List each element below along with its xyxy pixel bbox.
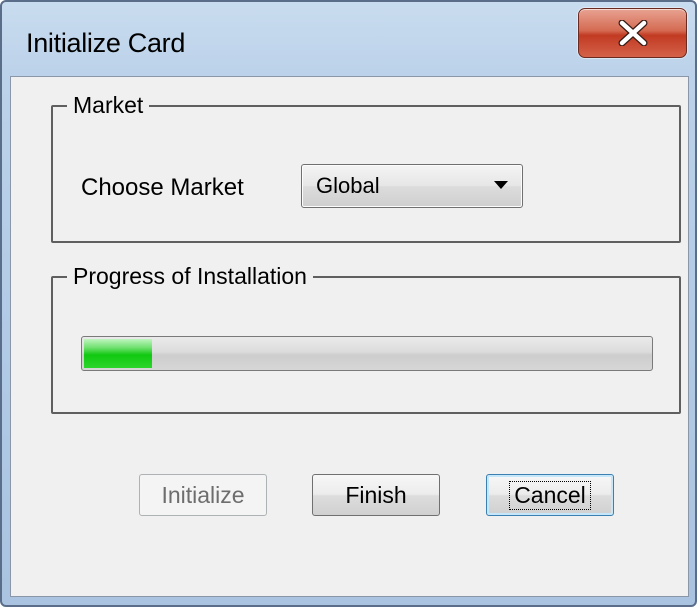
cancel-button-label: Cancel (509, 480, 591, 510)
market-groupbox: Market Choose Market Global (51, 90, 681, 243)
market-select-value: Global (316, 173, 380, 198)
progress-bar-fill (84, 339, 152, 368)
initialize-button[interactable]: Initialize (139, 474, 267, 516)
dialog-client-area: Market Choose Market Global Progress of … (10, 76, 689, 597)
market-group-legend: Market (67, 90, 150, 120)
title-bar[interactable]: Initialize Card (2, 2, 695, 74)
dropdown-arrow-icon (494, 181, 508, 189)
choose-market-label: Choose Market (81, 174, 244, 201)
installation-progress-bar (81, 336, 653, 371)
initialize-card-dialog: Initialize Card Market Choose Market Glo… (0, 0, 697, 607)
cancel-button[interactable]: Cancel (486, 474, 614, 516)
progress-groupbox: Progress of Installation (51, 261, 681, 414)
close-button[interactable] (578, 8, 687, 58)
window-title: Initialize Card (26, 28, 186, 58)
progress-group-legend: Progress of Installation (67, 261, 313, 291)
finish-button[interactable]: Finish (312, 474, 440, 516)
market-select[interactable]: Global (301, 164, 523, 208)
close-x-icon (618, 20, 648, 46)
